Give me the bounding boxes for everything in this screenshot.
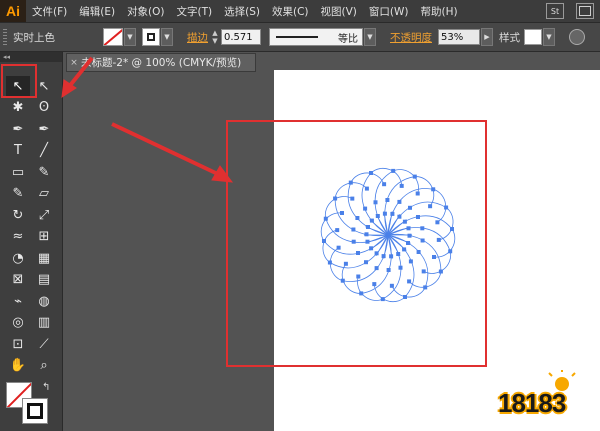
selection-status-label: 实时上色 [13, 31, 55, 44]
menu-bar: Ai 文件(F) 编辑(E) 对象(O) 文字(T) 选择(S) 效果(C) 视… [0, 0, 600, 23]
symbol-sprayer-tool-icon[interactable]: ◎ [6, 313, 30, 333]
pencil-tool-icon[interactable]: ✎ [6, 184, 30, 204]
zoom-tool-icon[interactable]: ⌕ [32, 356, 56, 376]
warp-tool-icon[interactable]: ≈ [6, 227, 30, 247]
menu-help[interactable]: 帮助(H) [415, 4, 464, 19]
graphic-style-swatch[interactable] [524, 29, 542, 45]
menu-file[interactable]: 文件(F) [26, 4, 73, 19]
column-graph-tool-icon[interactable]: ▥ [32, 313, 56, 333]
scale-tool-icon[interactable]: ⤢ [32, 205, 56, 225]
opacity-dropdown-icon[interactable]: ▶ [481, 28, 493, 46]
shape-builder-tool-icon[interactable]: ◔ [6, 248, 30, 268]
style-dropdown-icon[interactable]: ▼ [543, 28, 555, 46]
opacity-panel-link[interactable]: 不透明度 [390, 30, 432, 45]
stroke-swatch-large[interactable] [22, 398, 48, 424]
paintbrush-tool-icon[interactable]: ✎ [32, 162, 56, 182]
highlight-box-artwork [226, 120, 487, 367]
fill-color-swatch[interactable] [103, 28, 123, 46]
control-bar: 实时上色 ▼ ▼ 描边 ▲▼ 等比 ▼ 不透明度 ▶ 样式 ▼ [0, 23, 600, 52]
menu-select[interactable]: 选择(S) [218, 4, 266, 19]
eraser-tool-icon[interactable]: ▱ [32, 184, 56, 204]
tools-collapse-icon[interactable]: ◂◂ [0, 52, 62, 62]
gradient-tool-icon[interactable]: ▤ [32, 270, 56, 290]
arrange-documents-icon[interactable] [576, 3, 594, 19]
fill-dropdown-icon[interactable]: ▼ [124, 28, 136, 46]
opacity-input[interactable] [438, 29, 480, 45]
artboard-tool-icon[interactable]: ⊡ [6, 334, 30, 354]
curvature-tool-icon[interactable]: ✒ [32, 119, 56, 139]
menu-right-controls: St [536, 0, 600, 22]
type-tool-icon[interactable]: T [6, 141, 30, 161]
free-transform-tool-icon[interactable]: ⊞ [32, 227, 56, 247]
lasso-tool-icon[interactable]: ʘ [32, 98, 56, 118]
profile-label: 等比 [338, 34, 358, 45]
swap-colors-icon[interactable]: ↰ [42, 382, 50, 393]
blend-tool-icon[interactable]: ◍ [32, 291, 56, 311]
menu-object[interactable]: 对象(O) [121, 4, 170, 19]
stroke-dropdown-icon[interactable]: ▼ [161, 28, 173, 46]
app-logo: Ai [0, 0, 26, 22]
line-tool-icon[interactable]: ╱ [32, 141, 56, 161]
style-label: 样式 [499, 31, 520, 44]
menu-effect[interactable]: 效果(C) [266, 4, 315, 19]
variable-width-profile[interactable]: 等比 [269, 28, 363, 46]
stroke-color-swatch[interactable] [142, 28, 160, 46]
stroke-panel-link[interactable]: 描边 [187, 30, 208, 45]
menu-edit[interactable]: 编辑(E) [73, 4, 121, 19]
stroke-weight-stepper[interactable]: ▲ ▼ [211, 29, 219, 45]
pen-tool-icon[interactable]: ✒ [6, 119, 30, 139]
slice-tool-icon[interactable]: ⟋ [32, 334, 56, 354]
eyedropper-tool-icon[interactable]: ⌁ [6, 291, 30, 311]
document-tab[interactable]: × 未标题-2* @ 100% (CMYK/预览) [66, 53, 256, 72]
recolor-artwork-icon[interactable] [569, 29, 585, 45]
close-tab-icon[interactable]: × [67, 58, 81, 68]
stock-button[interactable]: St [546, 3, 564, 19]
menu-window[interactable]: 窗口(W) [363, 4, 415, 19]
site-watermark-logo: 18183 [486, 368, 598, 426]
rectangle-tool-icon[interactable]: ▭ [6, 162, 30, 182]
panel-grip-icon[interactable] [3, 29, 7, 45]
stroke-weight-input[interactable] [221, 29, 261, 45]
magic-wand-tool-icon[interactable]: ✱ [6, 98, 30, 118]
watermark-text: 18183 [498, 388, 566, 418]
mesh-tool-icon[interactable]: ⊠ [6, 270, 30, 290]
menu-type[interactable]: 文字(T) [171, 4, 219, 19]
menu-view[interactable]: 视图(V) [315, 4, 363, 19]
hand-tool-icon[interactable]: ✋ [6, 356, 30, 376]
profile-dropdown-icon[interactable]: ▼ [364, 28, 376, 46]
rotate-tool-icon[interactable]: ↻ [6, 205, 30, 225]
highlight-box-selection-tool [1, 64, 37, 98]
perspective-grid-tool-icon[interactable]: ▦ [32, 248, 56, 268]
document-tab-title: 未标题-2* @ 100% (CMYK/预览) [81, 57, 242, 69]
